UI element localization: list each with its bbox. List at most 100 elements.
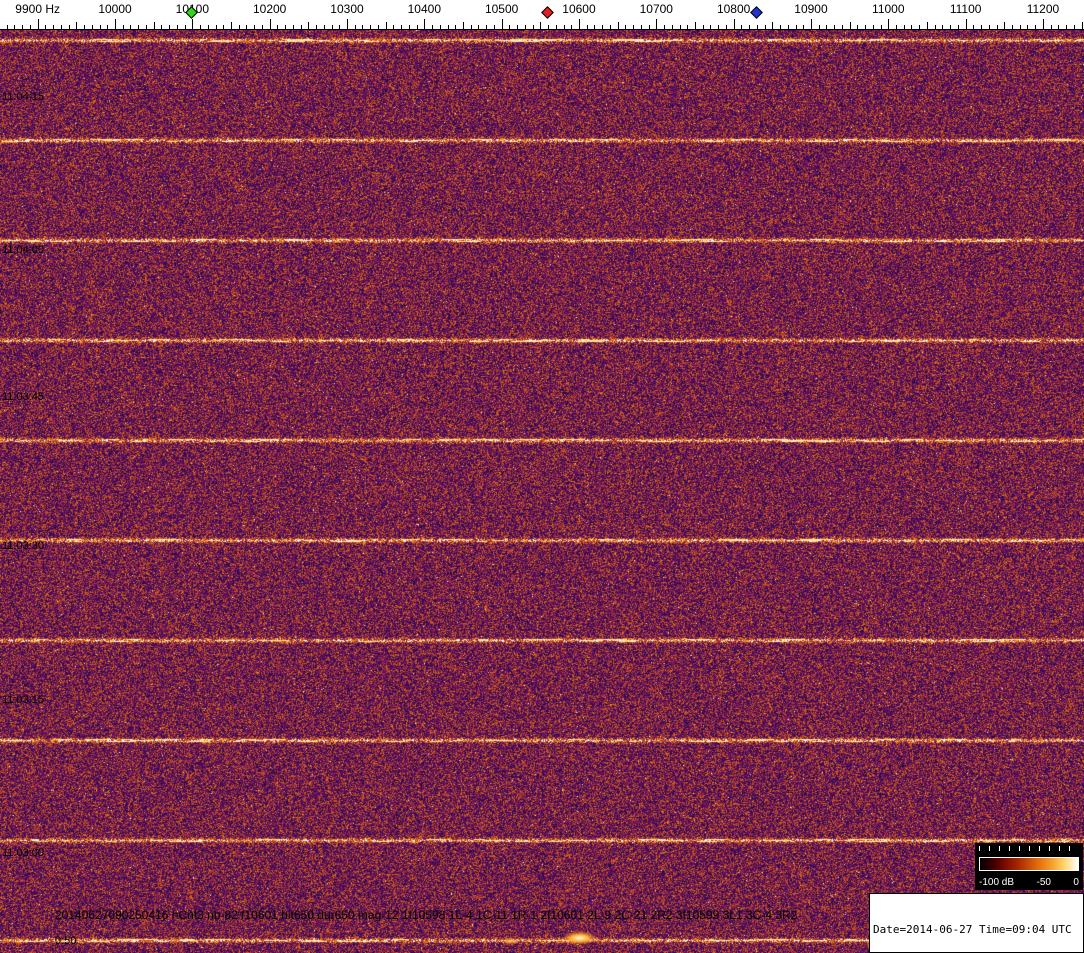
ruler-tick xyxy=(703,25,704,29)
legend-ticks xyxy=(979,846,1079,851)
ruler-tick xyxy=(966,19,967,29)
time-label: 11:03:45 xyxy=(2,391,45,403)
freq-label: 10000 xyxy=(98,2,132,16)
ruler-tick xyxy=(455,25,456,29)
ruler-tick xyxy=(819,25,820,29)
ruler-tick xyxy=(602,25,603,29)
ruler-tick xyxy=(672,25,673,29)
ruler-tick xyxy=(533,25,534,29)
ruler-tick xyxy=(881,25,882,29)
ruler-tick xyxy=(401,25,402,29)
ruler-tick xyxy=(471,25,472,29)
ruler-tick xyxy=(1020,25,1021,29)
ruler-tick xyxy=(216,25,217,29)
ruler-tick xyxy=(734,19,735,29)
ruler-tick xyxy=(865,25,866,29)
freq-label: 10700 xyxy=(639,2,673,16)
frequency-ruler[interactable]: 9900 Hz100001010010200103001040010500106… xyxy=(0,0,1084,30)
ruler-tick xyxy=(146,25,147,29)
ruler-tick xyxy=(38,19,39,29)
ruler-tick xyxy=(571,25,572,29)
ruler-tick xyxy=(1051,25,1052,29)
ruler-tick xyxy=(509,25,510,29)
waterfall-area: 20140627090250416 hCnt3 nb-82 f10601 hit… xyxy=(0,30,1084,953)
ruler-tick xyxy=(192,19,193,29)
ruler-tick xyxy=(409,25,410,29)
ruler-tick xyxy=(432,25,433,29)
freq-label: 9900 Hz xyxy=(15,2,61,16)
ruler-tick xyxy=(138,25,139,29)
ruler-tick xyxy=(76,22,77,29)
ruler-tick xyxy=(254,25,255,29)
ruler-tick xyxy=(277,25,278,29)
ruler-tick xyxy=(270,19,271,29)
ruler-tick xyxy=(718,25,719,29)
ruler-tick xyxy=(811,19,812,29)
ruler-tick xyxy=(301,25,302,29)
freq-label: 10400 xyxy=(407,2,441,16)
ruler-tick xyxy=(564,25,565,29)
time-label: 0:50 xyxy=(55,935,77,947)
ruler-tick xyxy=(339,25,340,29)
ruler-tick xyxy=(826,25,827,29)
ruler-tick xyxy=(239,25,240,29)
ruler-tick xyxy=(587,25,588,29)
ruler-tick xyxy=(765,25,766,29)
ruler-tick xyxy=(772,22,773,29)
ruler-tick xyxy=(710,25,711,29)
red-diamond-marker[interactable] xyxy=(541,6,554,19)
ruler-tick xyxy=(888,19,889,29)
ruler-tick xyxy=(579,19,580,29)
ruler-tick xyxy=(285,25,286,29)
ruler-tick xyxy=(997,25,998,29)
ruler-tick xyxy=(958,25,959,29)
ruler-tick xyxy=(69,25,70,29)
ruler-tick xyxy=(842,25,843,29)
time-label: 11:04:15 xyxy=(2,91,45,103)
ruler-tick xyxy=(324,25,325,29)
time-label: 11:04:00 xyxy=(2,244,45,256)
ruler-tick xyxy=(741,25,742,29)
ruler-tick xyxy=(1082,22,1083,29)
ruler-tick xyxy=(540,22,541,29)
ruler-tick xyxy=(308,22,309,29)
ruler-tick xyxy=(656,19,657,29)
ruler-tick xyxy=(935,25,936,29)
ruler-tick xyxy=(362,25,363,29)
freq-label: 11000 xyxy=(872,2,905,16)
ruler-tick xyxy=(154,22,155,29)
ruler-tick xyxy=(1027,25,1028,29)
ruler-tick xyxy=(850,22,851,29)
ruler-tick xyxy=(904,25,905,29)
ruler-tick xyxy=(107,25,108,29)
time-label: 11:03:00 xyxy=(2,847,45,859)
ruler-tick xyxy=(424,19,425,29)
legend-labels: -100 dB -50 0 xyxy=(979,877,1079,888)
ruler-tick xyxy=(262,25,263,29)
detection-metadata-text: 20140627090250416 hCnt3 nb-82 f10601 hit… xyxy=(55,908,798,922)
spectrum-waterfall-app: 9900 Hz100001010010200103001040010500106… xyxy=(0,0,1084,953)
ruler-tick xyxy=(680,25,681,29)
ruler-tick xyxy=(896,25,897,29)
ruler-tick xyxy=(548,25,549,29)
ruler-tick xyxy=(123,25,124,29)
ruler-tick xyxy=(911,25,912,29)
ruler-tick xyxy=(417,25,418,29)
ruler-tick xyxy=(378,25,379,29)
ruler-tick xyxy=(796,25,797,29)
ruler-tick xyxy=(185,25,186,29)
legend-min-label: -100 dB xyxy=(979,877,1015,888)
ruler-tick xyxy=(169,25,170,29)
freq-label: 10200 xyxy=(252,2,287,16)
ruler-tick xyxy=(942,25,943,29)
ruler-tick xyxy=(1066,25,1067,29)
ruler-tick xyxy=(803,25,804,29)
ruler-tick xyxy=(556,25,557,29)
ruler-tick xyxy=(981,25,982,29)
ruler-tick xyxy=(494,25,495,29)
ruler-tick xyxy=(1012,25,1013,29)
blue-diamond-marker[interactable] xyxy=(749,6,763,19)
ruler-tick xyxy=(927,22,928,29)
time-label: 11:03:30 xyxy=(2,540,45,552)
ruler-tick xyxy=(370,25,371,29)
